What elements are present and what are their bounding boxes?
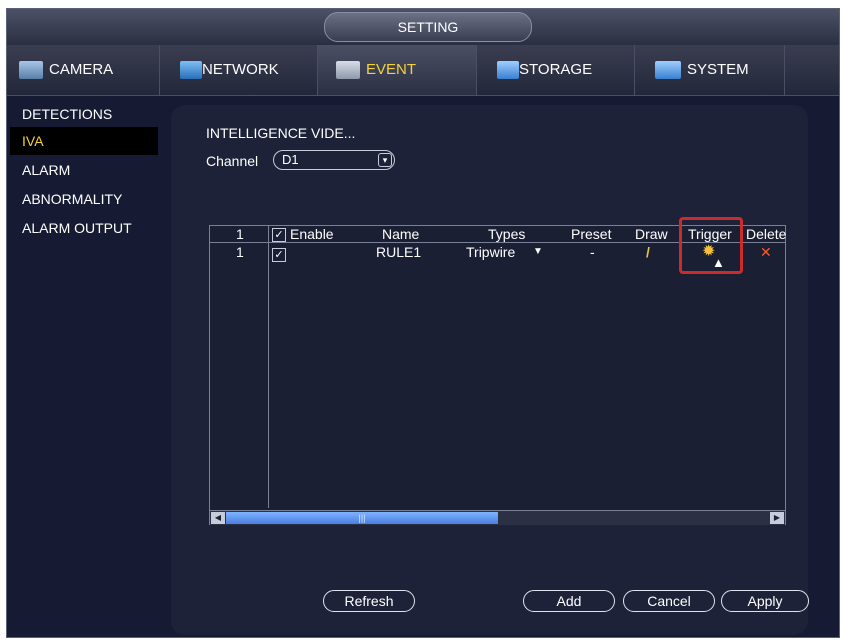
row-enable-checkbox[interactable]: ✓ (272, 248, 286, 262)
tab-system-label: SYSTEM (687, 61, 749, 78)
camera-icon (19, 61, 43, 79)
close-icon[interactable]: ✕ (760, 244, 772, 260)
cancel-button[interactable]: Cancel (623, 590, 715, 612)
storage-icon (497, 61, 519, 79)
channel-label: Channel (206, 153, 259, 169)
sidebar-item-alarm[interactable]: ALARM (10, 156, 158, 184)
tab-camera-label: CAMERA (49, 61, 114, 78)
header-enable: Enable (290, 226, 334, 242)
tab-camera[interactable]: CAMERA (7, 45, 160, 95)
refresh-button[interactable]: Refresh (323, 590, 415, 612)
sidebar-item-iva[interactable]: IVA (10, 127, 158, 155)
tab-event[interactable]: EVENT (318, 45, 477, 95)
scroll-thumb[interactable]: ||| (226, 512, 498, 524)
tab-network[interactable]: NETWORK (160, 45, 318, 95)
type-dropdown-icon[interactable]: ▼ (533, 244, 543, 260)
main-tab-bar: CAMERA NETWORK EVENT STORAGE SYSTEM (7, 45, 839, 96)
horizontal-scrollbar[interactable]: ◀ ||| ▶ (210, 510, 785, 525)
settings-window: SETTING CAMERA NETWORK EVENT STORAGE SYS… (6, 8, 840, 638)
sidebar-item-abnormality[interactable]: ABNORMALITY (10, 185, 158, 213)
index-column-divider (268, 226, 269, 508)
row-index: 1 (236, 244, 244, 260)
window-title: SETTING (324, 12, 532, 42)
system-icon (655, 61, 681, 79)
pencil-icon[interactable]: / (646, 244, 650, 260)
header-preset: Preset (571, 226, 612, 242)
sidebar-item-alarm-output[interactable]: ALARM OUTPUT (10, 214, 158, 242)
row-preset: - (590, 244, 595, 260)
tab-storage[interactable]: STORAGE (477, 45, 635, 95)
tab-event-label: EVENT (366, 61, 417, 78)
header-index: 1 (236, 226, 244, 242)
select-all-checkbox[interactable]: ✓ (272, 228, 286, 242)
section-title: INTELLIGENCE VIDE... (206, 125, 356, 141)
header-delete: Delete (746, 226, 787, 242)
add-button[interactable]: Add (523, 590, 615, 612)
sidebar-item-detections[interactable]: DETECTIONS (10, 100, 158, 128)
header-name: Name (382, 226, 420, 242)
network-icon (180, 61, 202, 79)
row-type[interactable]: Tripwire (466, 244, 515, 260)
apply-button[interactable]: Apply (721, 590, 809, 612)
channel-select[interactable]: D1 ▾ (273, 150, 395, 170)
event-icon (336, 61, 360, 79)
sidebar: DETECTIONS IVA ALARM ABNORMALITY ALARM O… (7, 96, 167, 637)
tab-system[interactable]: SYSTEM (635, 45, 785, 95)
chevron-down-icon: ▾ (378, 153, 392, 167)
mouse-cursor-icon: ▲ (712, 255, 725, 270)
tab-network-label: NETWORK (202, 61, 279, 78)
trigger-highlight-box (679, 217, 743, 274)
scroll-left-icon[interactable]: ◀ (211, 512, 225, 524)
channel-value: D1 (282, 152, 299, 167)
header-types: Types (488, 226, 526, 242)
tab-storage-label: STORAGE (519, 61, 593, 78)
title-bar: SETTING (7, 9, 839, 45)
scroll-right-icon[interactable]: ▶ (770, 512, 784, 524)
row-name: RULE1 (376, 244, 422, 260)
main-panel: INTELLIGENCE VIDE... Channel D1 ▾ 1 ✓ En… (171, 105, 809, 635)
header-draw: Draw (635, 226, 668, 242)
